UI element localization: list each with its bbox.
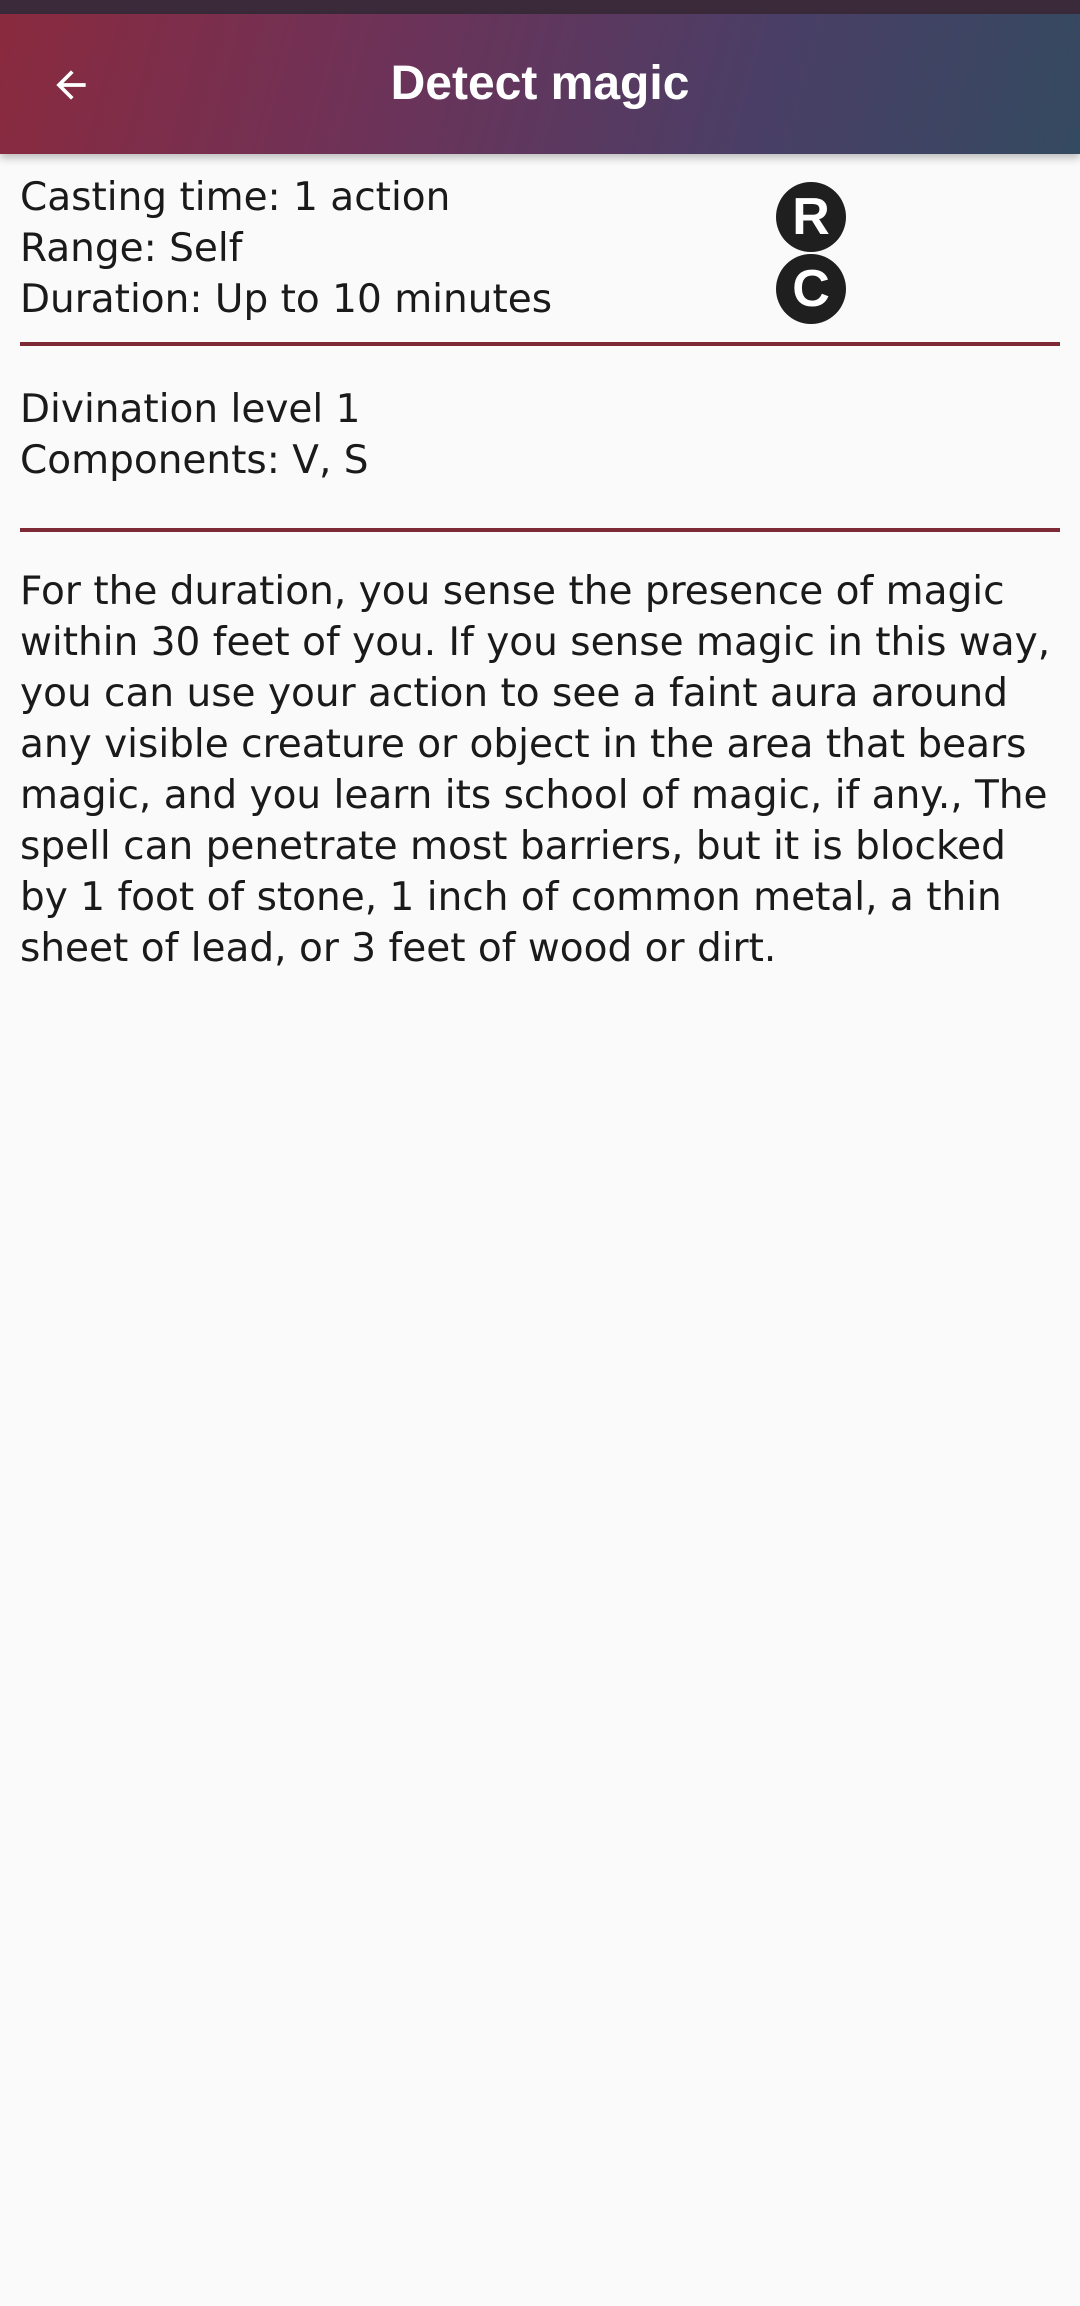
spell-badges: R C (776, 182, 846, 326)
concentration-badge: C (776, 254, 846, 324)
page-title: Detect magic (390, 57, 690, 110)
ritual-badge: R (776, 182, 846, 252)
range: Range: Self (20, 226, 243, 271)
spell-description: For the duration, you sense the presence… (20, 569, 1051, 971)
status-bar (0, 0, 1080, 14)
components: Components: V, S (20, 438, 369, 483)
divider (20, 528, 1060, 532)
school-level: Divination level 1 (20, 387, 361, 432)
casting-time: Casting time: 1 action (20, 175, 451, 220)
duration: Duration: Up to 10 minutes (20, 277, 553, 322)
spell-detail: Casting time: 1 action Range: Self Durat… (20, 172, 1060, 974)
spell-school-info: Divination level 1 Components: V, S (20, 346, 1060, 486)
app-bar: Detect magic (0, 14, 1080, 154)
spell-casting-info: Casting time: 1 action Range: Self Durat… (20, 172, 1060, 334)
